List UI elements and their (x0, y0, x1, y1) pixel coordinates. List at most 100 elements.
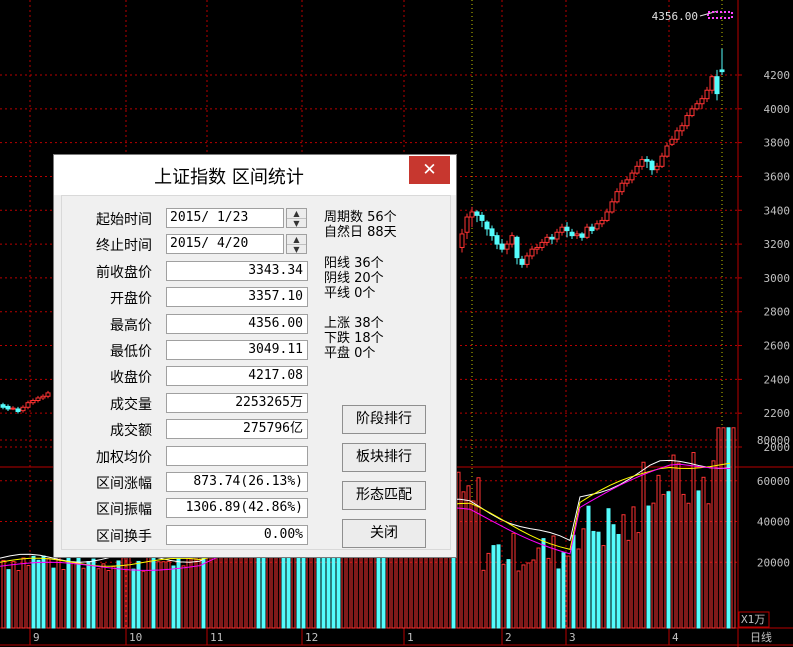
candle-body (15, 408, 21, 412)
volume-bar (656, 474, 661, 629)
volume-bar (6, 569, 11, 629)
candle-body (459, 233, 465, 248)
candle-body (684, 115, 690, 127)
price-axis-label: 2600 (764, 340, 791, 353)
volume-bar (721, 427, 726, 629)
candle-body (719, 69, 725, 73)
dialog-titlebar[interactable]: 上证指数 区间统计 ✕ (54, 155, 456, 195)
candle-body (549, 236, 555, 240)
volume-axis-label: 80000 (757, 434, 790, 447)
spin-up-icon[interactable]: ▲ (287, 209, 306, 219)
volume-bar (551, 535, 556, 629)
volume-bar (226, 551, 231, 629)
candle-body (589, 226, 595, 232)
volume-bar (16, 570, 21, 629)
close-icon[interactable]: ✕ (409, 156, 450, 184)
volume-bar (671, 454, 676, 629)
volume-bar (731, 427, 736, 629)
volume-bar (701, 476, 706, 629)
candle-body (569, 231, 575, 237)
volume-bar (31, 555, 36, 629)
volume-bar (181, 565, 186, 629)
end-time-spinner[interactable]: ▲ ▼ (286, 234, 307, 255)
dialog-body: 起始时间 2015/ 1/23 ▲ ▼ 终止时间 2015/ 4/20 ▲ ▼ 前收盘价 3343… (61, 195, 451, 550)
volume-bar (61, 568, 66, 629)
start-time-spinner[interactable]: ▲ ▼ (286, 208, 307, 228)
volume-bar (501, 563, 506, 629)
price-axis-label: 2200 (764, 407, 791, 420)
candle-body (699, 98, 705, 105)
price-axis-label: 4200 (764, 69, 791, 82)
volume-bar (166, 560, 171, 629)
volume-bar (21, 557, 26, 629)
volume-bar (541, 538, 546, 629)
volume-bar (46, 558, 51, 629)
spin-down-icon[interactable]: ▼ (287, 245, 306, 254)
price-axis-label: 2800 (764, 306, 791, 319)
volume-field: 2253265万 (166, 392, 308, 413)
turnover-label: 成交额 (110, 423, 152, 440)
high-price-field: 4356.00 (166, 313, 308, 334)
month-label: 3 (569, 631, 576, 644)
volume-bar (646, 505, 651, 629)
candle-body (664, 145, 670, 157)
volume-bar (591, 530, 596, 629)
price-axis-label: 3600 (764, 170, 791, 183)
open-price-field: 3357.10 (166, 287, 308, 308)
spin-up-icon[interactable]: ▲ (287, 235, 306, 246)
price-axis-label: 3000 (764, 272, 791, 285)
volume-bar (516, 570, 521, 629)
candle-body (474, 211, 480, 216)
volume-bar (456, 471, 461, 629)
candle-body (519, 258, 525, 265)
pattern-match-button[interactable]: 形态匹配 (342, 481, 426, 510)
month-label: 2 (505, 631, 512, 644)
candle-body (484, 221, 490, 230)
volume-bar (466, 485, 471, 629)
candle-body (524, 255, 530, 265)
volume-bar (26, 564, 31, 629)
candle-body (639, 159, 645, 167)
volume-bar (626, 539, 631, 629)
interval-turnover-field: 0.00% (166, 524, 308, 545)
candle-body (10, 407, 16, 410)
candle-body (514, 236, 520, 259)
yang-line-stat: 阳线 36个 (324, 256, 384, 271)
candle-body (704, 89, 710, 100)
candle-body (674, 130, 680, 140)
volume-bar (511, 532, 516, 629)
volume-bar (691, 452, 696, 629)
end-time-field[interactable]: 2015/ 4/20 (166, 234, 284, 255)
period-days-stat: 周期数 56个 (324, 210, 397, 225)
close-price-field: 4217.08 (166, 366, 308, 387)
candle-body (45, 392, 51, 397)
flat-days-stat: 平盘 0个 (324, 346, 376, 361)
volume-bar (101, 563, 106, 629)
max-price-marker: 4356.00 (652, 10, 698, 23)
low-price-field: 3049.11 (166, 340, 308, 360)
price-axis-label: 3400 (764, 204, 791, 217)
volume-bar (531, 559, 536, 629)
spin-down-icon[interactable]: ▼ (287, 219, 306, 228)
close-button[interactable]: 关闭 (342, 519, 426, 548)
volume-bar (706, 503, 711, 629)
stage-rank-button[interactable]: 阶段排行 (342, 405, 426, 434)
candle-body (469, 211, 475, 218)
prev-close-field: 3343.34 (166, 260, 308, 281)
candle-body (35, 397, 41, 401)
month-label: 1 (407, 631, 414, 644)
volume-label: 成交量 (110, 396, 152, 413)
volume-bar (606, 508, 611, 629)
month-label: 10 (129, 631, 142, 644)
start-time-field[interactable]: 2015/ 1/23 (166, 208, 284, 228)
sector-rank-button[interactable]: 板块排行 (342, 443, 426, 472)
volume-bar (526, 562, 531, 629)
volume-bar (581, 528, 586, 629)
volume-bar (176, 553, 181, 629)
flat-line-stat: 平线 0个 (324, 286, 376, 301)
prev-close-label: 前收盘价 (96, 264, 152, 281)
candle-body (714, 76, 720, 95)
candle-body (599, 219, 605, 225)
volume-bar (476, 477, 481, 629)
dialog-title: 上证指数 区间统计 (154, 167, 304, 188)
